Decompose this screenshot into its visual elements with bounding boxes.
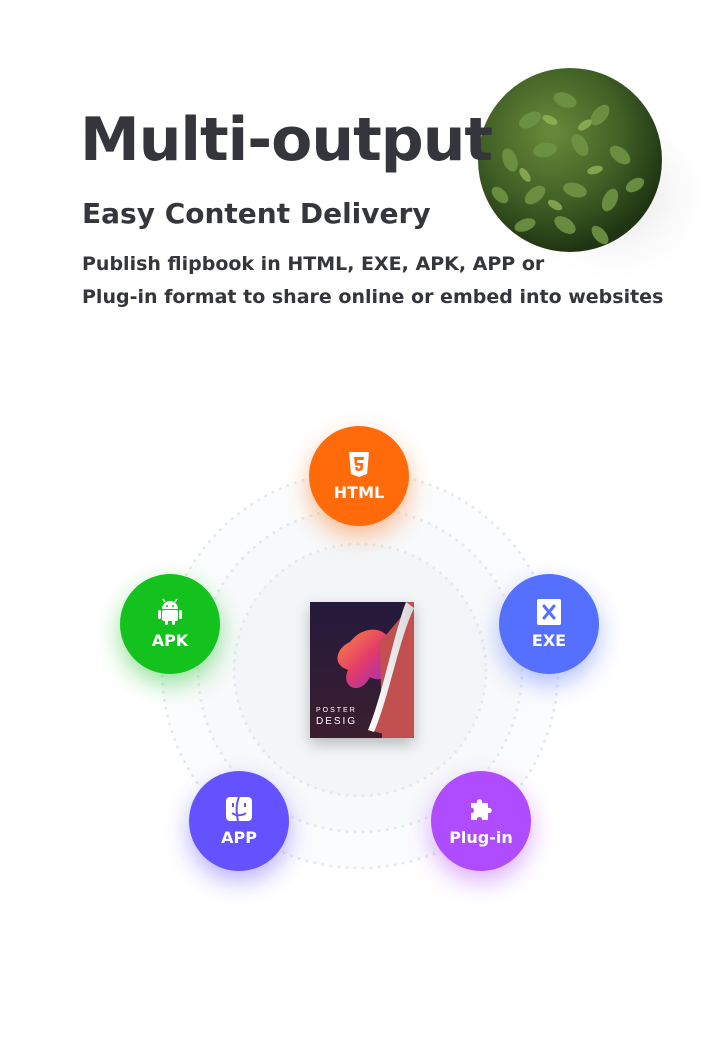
output-label: HTML bbox=[333, 483, 385, 502]
output-label: EXE bbox=[531, 631, 567, 650]
output-html-button[interactable]: HTML bbox=[309, 426, 409, 526]
output-label: Plug-in bbox=[449, 828, 513, 847]
output-label: APP bbox=[221, 828, 257, 847]
output-diagram: POSTER DESIG HTML EXE APK APP Plug-in bbox=[0, 0, 720, 1040]
output-label: APK bbox=[151, 631, 189, 650]
output-plugin-button[interactable]: Plug-in bbox=[431, 771, 531, 871]
output-exe-button[interactable]: EXE bbox=[499, 574, 599, 674]
html5-icon bbox=[349, 452, 369, 477]
cover-text-line2: DESIG bbox=[316, 716, 357, 727]
mac-finder-icon bbox=[226, 796, 252, 822]
android-icon bbox=[158, 598, 182, 625]
flipbook-cover-image: POSTER DESIG bbox=[310, 602, 414, 738]
cover-text-line1: POSTER bbox=[316, 707, 357, 714]
puzzle-icon bbox=[471, 799, 492, 820]
output-app-button[interactable]: APP bbox=[189, 771, 289, 871]
output-apk-button[interactable]: APK bbox=[120, 574, 220, 674]
exe-x-icon bbox=[537, 599, 561, 625]
